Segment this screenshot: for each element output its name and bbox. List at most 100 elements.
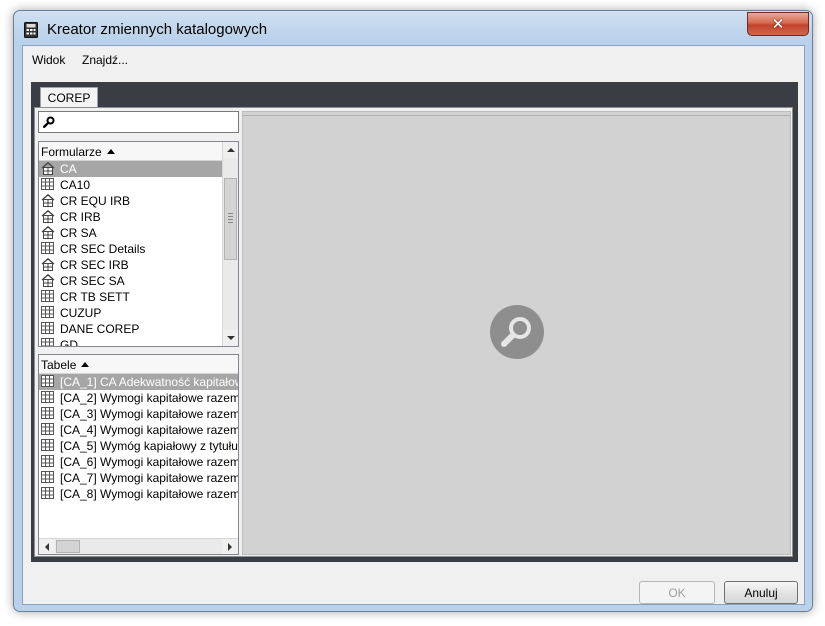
home-grid-icon [41, 225, 55, 239]
tables-rows: [CA_1] CA Adekwatność kapitałow [CA_2] Wy… [39, 374, 238, 502]
tables-header-label: Tabele [41, 358, 77, 372]
forms-list-header[interactable]: Formularze [39, 142, 238, 161]
list-item[interactable]: DANE COREP [39, 321, 238, 337]
list-item[interactable]: [CA_7] Wymogi kapitałowe razem [39, 470, 238, 486]
list-item[interactable]: [CA_6] Wymogi kapitałowe razem [39, 454, 238, 470]
table-grid-icon [41, 306, 55, 319]
calculator-icon [24, 22, 38, 38]
list-item-label: CA [60, 162, 77, 176]
cancel-button[interactable]: Anuluj [724, 581, 798, 604]
table-grid-icon [41, 322, 55, 335]
table-grid-icon [41, 375, 55, 388]
list-item-label: [CA_6] Wymogi kapitałowe razem [60, 455, 238, 469]
table-grid-icon [41, 242, 55, 255]
list-item[interactable]: [CA_1] CA Adekwatność kapitałow [39, 374, 238, 390]
search-icon [43, 116, 55, 131]
table-grid-icon [41, 423, 55, 436]
list-item-label: CR IRB [60, 210, 101, 224]
forms-list[interactable]: Formularze CA CA10 CR EQU IRB CR IRB CR SA CR… [38, 141, 239, 347]
list-item[interactable]: [CA_3] Wymogi kapitałowe razem [39, 406, 238, 422]
scroll-up-button[interactable] [223, 142, 238, 158]
list-item[interactable]: CA10 [39, 177, 238, 193]
dialog-window: Kreator zmiennych katalogowych ✕ Widok Z… [13, 10, 813, 612]
list-item[interactable]: CR EQU IRB [39, 193, 238, 209]
list-item[interactable]: CR SA [39, 225, 238, 241]
list-item-label: [CA_3] Wymogi kapitałowe razem [60, 407, 238, 421]
list-item-label: CR TB SETT [60, 290, 130, 304]
list-item-label: CA10 [60, 178, 91, 192]
home-grid-icon [41, 257, 55, 271]
list-item-label: CR SEC IRB [60, 258, 129, 272]
table-grid-icon [41, 338, 55, 346]
menu-view[interactable]: Widok [32, 53, 65, 67]
close-icon: ✕ [771, 15, 785, 33]
scroll-thumb[interactable] [224, 178, 237, 260]
home-grid-icon [41, 273, 55, 287]
list-item-label: [CA_4] Wymogi kapitałowe razem [60, 423, 238, 437]
list-item[interactable]: GD [39, 337, 238, 347]
list-item[interactable]: CR SEC Details [39, 241, 238, 257]
scroll-right-button[interactable] [222, 539, 238, 554]
list-item-label: [CA_7] Wymogi kapitałowe razem [60, 471, 238, 485]
title-bar[interactable]: Kreator zmiennych katalogowych ✕ [14, 11, 812, 45]
preview-pane [242, 111, 791, 555]
list-item-label: [CA_2] Wymogi kapitałowe razem [60, 391, 238, 405]
arrow-up-icon [226, 148, 235, 152]
list-item[interactable]: [CA_8] Wymogi kapitałowe razem [39, 486, 238, 502]
list-item[interactable]: CR SEC SA [39, 273, 238, 289]
forms-rows: CA CA10 CR EQU IRB CR IRB CR SA CR SEC Detail… [39, 161, 238, 347]
arrow-down-icon [226, 336, 235, 340]
tables-list[interactable]: Tabele [CA_1] CA Adekwatność kapitałow [C… [38, 354, 239, 555]
arrow-right-icon [228, 542, 232, 551]
grip-icon [228, 213, 233, 225]
list-item[interactable]: [CA_4] Wymogi kapitałowe razem [39, 422, 238, 438]
tab-corep[interactable]: COREP [40, 87, 98, 107]
list-item[interactable]: CA [39, 161, 238, 177]
close-button[interactable]: ✕ [747, 12, 809, 36]
dialog-client-area: Widok Znajdź... COREP Formularze CA CA10… [22, 45, 805, 605]
list-item[interactable]: CUZUP [39, 305, 238, 321]
list-item-label: DANE COREP [60, 322, 140, 336]
table-grid-icon [41, 391, 55, 404]
navigator-column: Formularze CA CA10 CR EQU IRB CR IRB CR SA CR… [38, 111, 239, 555]
window-title: Kreator zmiennych katalogowych [47, 21, 268, 38]
sort-ascending-icon [81, 362, 90, 367]
tables-list-header[interactable]: Tabele [39, 355, 238, 374]
list-item[interactable]: [CA_5] Wymóg kapiałowy z tytułu [39, 438, 238, 454]
table-grid-icon [41, 407, 55, 420]
list-item-label: GD [60, 338, 78, 347]
sort-ascending-icon [106, 149, 115, 154]
menu-bar: Widok Znajdź... [23, 46, 804, 72]
preview-divider [243, 112, 790, 116]
home-grid-icon [41, 209, 55, 223]
list-item[interactable]: CR TB SETT [39, 289, 238, 305]
list-item-label: CUZUP [60, 306, 102, 320]
ok-button[interactable]: OK [639, 581, 715, 604]
table-grid-icon [41, 178, 55, 191]
list-item-label: CR SA [60, 226, 97, 240]
list-item-label: CR SEC Details [60, 242, 146, 256]
scroll-left-button[interactable] [39, 539, 55, 554]
forms-vertical-scrollbar[interactable] [222, 142, 238, 346]
list-item-label: [CA_5] Wymóg kapiałowy z tytułu [60, 439, 238, 453]
list-item-label: CR SEC SA [60, 274, 125, 288]
table-grid-icon [41, 471, 55, 484]
table-grid-icon [41, 290, 55, 303]
tab-strip-panel: COREP Formularze CA CA10 CR EQU IRB CR I… [31, 82, 798, 562]
forms-header-label: Formularze [41, 145, 102, 159]
list-item-label: [CA_1] CA Adekwatność kapitałow [60, 375, 238, 389]
scroll-thumb[interactable] [56, 540, 80, 553]
search-input[interactable] [38, 111, 239, 133]
list-item[interactable]: [CA_2] Wymogi kapitałowe razem [39, 390, 238, 406]
scroll-down-button[interactable] [223, 330, 238, 346]
magnifier-icon [489, 304, 545, 360]
list-item[interactable]: CR SEC IRB [39, 257, 238, 273]
arrow-left-icon [45, 542, 49, 551]
list-item[interactable]: CR IRB [39, 209, 238, 225]
home-grid-icon [41, 193, 55, 207]
menu-find[interactable]: Znajdź... [82, 53, 128, 67]
tables-horizontal-scrollbar[interactable] [39, 538, 238, 554]
table-grid-icon [41, 487, 55, 500]
table-grid-icon [41, 439, 55, 452]
table-grid-icon [41, 455, 55, 468]
